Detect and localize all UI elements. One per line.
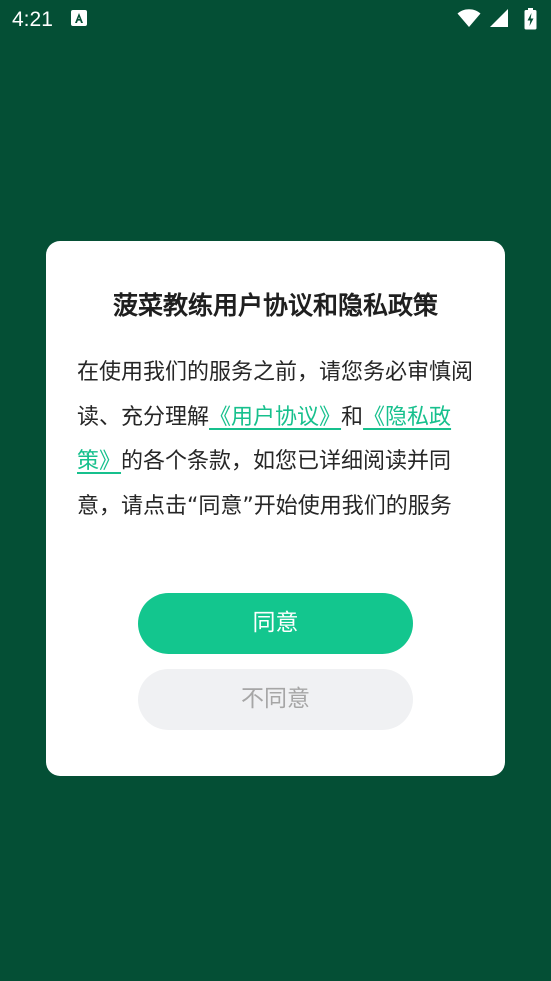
battery-icon [524, 8, 537, 34]
user-agreement-link[interactable]: 《用户协议》 [209, 405, 341, 430]
signal-icon [489, 8, 509, 32]
dialog-body: 在使用我们的服务之前，请您务必审慎阅读、充分理解《用户协议》和《隐私政策》的各个… [77, 351, 473, 529]
dialog-title: 菠菜教练用户协议和隐私政策 [112, 291, 438, 320]
agreement-dialog: 菠菜教练用户协议和隐私政策 在使用我们的服务之前，请您务必审慎阅读、充分理解《用… [46, 241, 505, 776]
status-time: 4:21 [12, 8, 53, 31]
wifi-icon [457, 8, 481, 32]
disagree-button[interactable]: 不同意 [138, 669, 413, 730]
body-text-3: 的各个条款，如您已详细阅读并同意，请点击“同意”开始使用我们的服务 [77, 449, 452, 519]
notification-icon [71, 10, 87, 26]
agree-button[interactable]: 同意 [138, 593, 413, 654]
status-bar: 4:21 [0, 0, 551, 40]
body-text-2: 和 [341, 404, 364, 430]
